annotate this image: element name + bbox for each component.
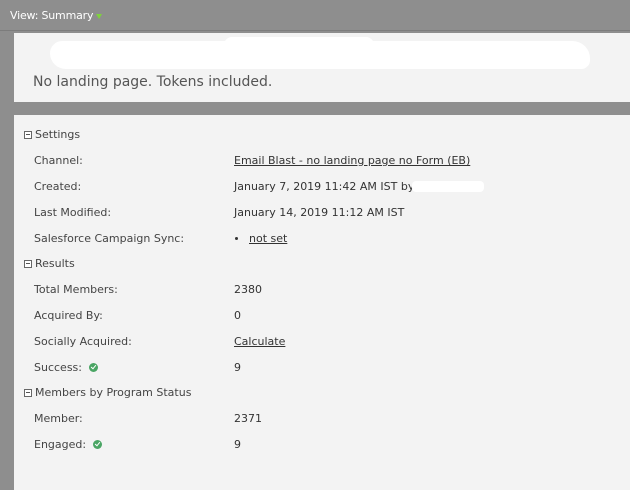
section-title: Members by Program Status bbox=[35, 386, 192, 399]
engaged-value: 9 bbox=[234, 438, 241, 451]
last-modified-value: January 14, 2019 11:12 AM IST bbox=[234, 206, 405, 219]
collapse-icon[interactable] bbox=[24, 130, 32, 139]
panel-divider bbox=[14, 102, 630, 115]
bullet-icon bbox=[235, 237, 238, 240]
channel-link[interactable]: Email Blast - no landing page no Form (E… bbox=[234, 154, 470, 167]
caret-down-icon bbox=[96, 13, 103, 19]
section-results[interactable]: Results bbox=[24, 257, 75, 270]
acquired-by-value: 0 bbox=[234, 309, 241, 322]
top-toolbar: View: Summary bbox=[0, 0, 630, 31]
collapse-icon[interactable] bbox=[24, 259, 32, 268]
socially-acquired-label: Socially Acquired: bbox=[34, 335, 132, 348]
engaged-check-icon bbox=[93, 440, 103, 449]
created-text: January 7, 2019 11:42 AM IST by bbox=[234, 180, 415, 193]
sfdc-sync-value[interactable]: not set bbox=[235, 232, 287, 245]
section-title: Settings bbox=[35, 128, 81, 141]
summary-panel: Settings Channel: Email Blast - no landi… bbox=[14, 115, 630, 490]
calculate-link[interactable]: Calculate bbox=[234, 335, 285, 348]
total-members-label: Total Members: bbox=[34, 283, 118, 296]
engaged-label-text: Engaged: bbox=[34, 438, 87, 451]
section-settings[interactable]: Settings bbox=[24, 128, 80, 141]
redacted-user bbox=[412, 181, 485, 192]
section-members-by-status[interactable]: Members by Program Status bbox=[24, 386, 191, 399]
view-label: View: Summary bbox=[10, 9, 94, 22]
channel-label: Channel: bbox=[34, 154, 83, 167]
acquired-by-label: Acquired By: bbox=[34, 309, 103, 322]
collapse-icon[interactable] bbox=[24, 388, 32, 397]
success-value: 9 bbox=[234, 361, 241, 374]
created-label: Created: bbox=[34, 180, 82, 193]
success-label: Success: bbox=[34, 361, 98, 374]
member-label: Member: bbox=[34, 412, 83, 425]
sfdc-sync-link[interactable]: not set bbox=[249, 232, 287, 245]
engaged-label: Engaged: bbox=[34, 438, 103, 451]
program-description: No landing page. Tokens included. bbox=[33, 74, 273, 90]
created-value: January 7, 2019 11:42 AM IST by bbox=[234, 180, 485, 193]
member-value: 2371 bbox=[234, 412, 262, 425]
view-selector[interactable]: View: Summary bbox=[10, 9, 103, 22]
program-header: No landing page. Tokens included. bbox=[14, 33, 630, 102]
channel-value[interactable]: Email Blast - no landing page no Form (E… bbox=[234, 154, 470, 167]
sfdc-sync-label: Salesforce Campaign Sync: bbox=[34, 232, 185, 245]
total-members-value: 2380 bbox=[234, 283, 262, 296]
redacted-program-name-extra bbox=[224, 37, 374, 53]
socially-acquired-value[interactable]: Calculate bbox=[234, 335, 285, 348]
section-title: Results bbox=[35, 257, 75, 270]
last-modified-label: Last Modified: bbox=[34, 206, 112, 219]
success-label-text: Success: bbox=[34, 361, 82, 374]
success-check-icon bbox=[89, 363, 98, 372]
